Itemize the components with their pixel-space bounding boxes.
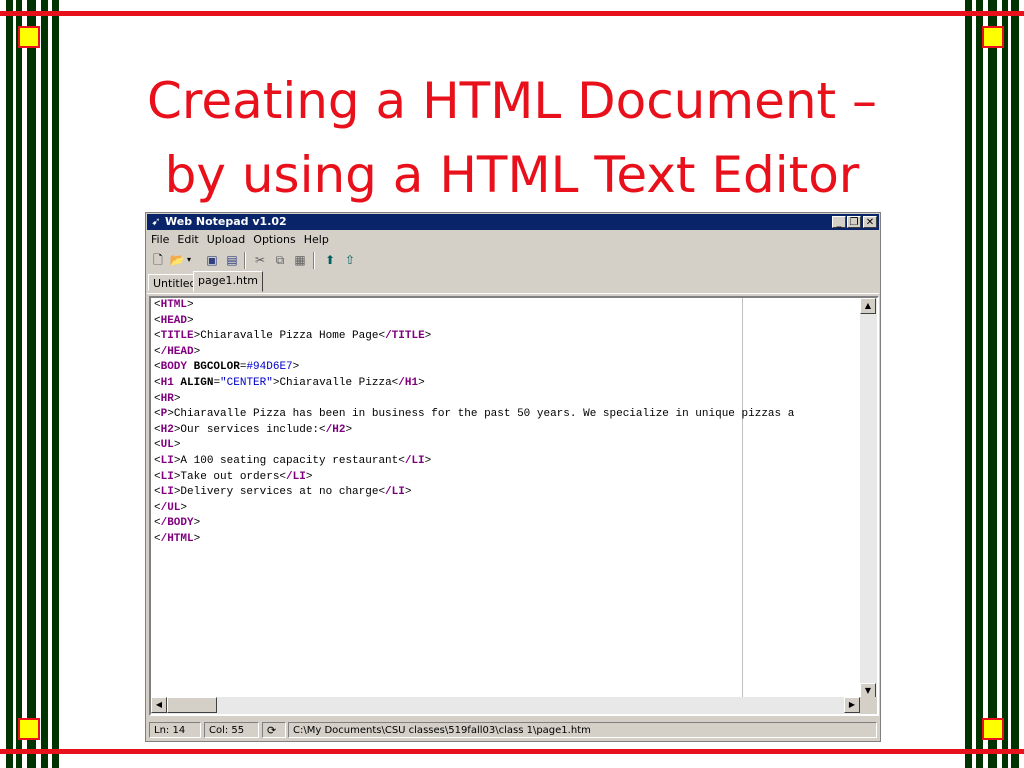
code-line[interactable]: </HTML> xyxy=(154,532,851,548)
cut-icon[interactable]: ✂ xyxy=(252,252,268,268)
code-line[interactable]: <HEAD> xyxy=(154,314,851,330)
notepad-icon: ➹ xyxy=(151,215,161,228)
menu-file[interactable]: File xyxy=(147,231,173,248)
window-titlebar[interactable]: ➹ Web Notepad v1.02 _ ❐ ✕ xyxy=(147,214,879,230)
code-editor[interactable]: <HTML> <HEAD> <TITLE>Chiaravalle Pizza Hom… xyxy=(149,296,879,716)
corner-square-bottom-left xyxy=(18,718,40,740)
toolbar-separator xyxy=(313,252,315,269)
restore-button[interactable]: ❐ xyxy=(847,216,861,228)
scroll-up-icon[interactable]: ▲ xyxy=(860,298,876,314)
web-notepad-window: ➹ Web Notepad v1.02 _ ❐ ✕ File Edit Upload Opt… xyxy=(145,212,881,742)
slide-title-line-1: Creating a HTML Document – xyxy=(146,72,878,130)
code-line[interactable]: <H2>Our services include:</H2> xyxy=(154,423,851,439)
code-line[interactable]: <HR> xyxy=(154,392,851,408)
new-file-icon[interactable]: 🗋 xyxy=(150,252,166,268)
window-controls: _ ❐ ✕ xyxy=(831,216,877,228)
horizontal-scroll-thumb[interactable] xyxy=(167,697,217,713)
close-button[interactable]: ✕ xyxy=(863,216,877,228)
scroll-left-icon[interactable]: ◀ xyxy=(151,697,167,713)
bottom-red-line xyxy=(0,749,1024,754)
corner-square-bottom-right xyxy=(982,718,1004,740)
code-line[interactable]: <LI>A 100 seating capacity restaurant</L… xyxy=(154,454,851,470)
save-all-icon[interactable]: ▤ xyxy=(224,252,240,268)
menu-bar: File Edit Upload Options Help xyxy=(147,231,879,248)
code-line[interactable]: <BODY BGCOLOR=#94D6E7> xyxy=(154,360,851,376)
code-line[interactable]: <H1 ALIGN="CENTER">Chiaravalle Pizza</H1… xyxy=(154,376,851,392)
code-line[interactable]: </UL> xyxy=(154,501,851,517)
code-line[interactable]: <LI>Take out orders</LI> xyxy=(154,470,851,486)
status-line: Ln: 14 xyxy=(149,722,201,738)
code-line[interactable]: <TITLE>Chiaravalle Pizza Home Page</TITL… xyxy=(154,329,851,345)
top-red-line xyxy=(0,11,1024,16)
menu-help[interactable]: Help xyxy=(300,231,333,248)
status-column: Col: 55 xyxy=(204,722,259,738)
minimize-button[interactable]: _ xyxy=(832,216,846,228)
code-line[interactable]: <HTML> xyxy=(154,298,851,314)
upload-icon[interactable]: ⬆ xyxy=(322,252,338,268)
menu-upload[interactable]: Upload xyxy=(203,231,250,248)
dropdown-arrow-icon[interactable]: ▾ xyxy=(184,252,194,268)
code-line[interactable]: <LI>Delivery services at no charge</LI> xyxy=(154,485,851,501)
scrollbar-corner xyxy=(860,697,877,714)
wrap-icon[interactable]: ⟳ xyxy=(262,722,286,738)
save-icon[interactable]: ▣ xyxy=(204,252,220,268)
toolbar-separator xyxy=(244,252,246,269)
code-text[interactable]: <HTML> <HEAD> <TITLE>Chiaravalle Pizza Hom… xyxy=(154,298,851,548)
window-title: Web Notepad v1.02 xyxy=(165,215,287,228)
slide-title: Creating a HTML Document – by using a HT… xyxy=(60,64,964,212)
open-folder-icon[interactable]: 📂 xyxy=(169,252,185,268)
corner-square-top-right xyxy=(982,26,1004,48)
slide-title-line-2: by using a HTML Text Editor xyxy=(164,146,860,204)
upload-all-icon[interactable]: ⇧ xyxy=(342,252,358,268)
status-file-path: C:\My Documents\CSU classes\519fall03\cl… xyxy=(288,722,877,738)
code-line[interactable]: <P>Chiaravalle Pizza has been in busines… xyxy=(154,407,851,423)
document-tabs: Untitled page1.htm xyxy=(147,271,879,294)
tab-page1[interactable]: page1.htm xyxy=(193,271,263,292)
menu-edit[interactable]: Edit xyxy=(173,231,202,248)
copy-icon[interactable]: ⧉ xyxy=(272,252,288,268)
horizontal-scrollbar[interactable]: ◀ ▶ xyxy=(151,697,860,714)
status-bar: Ln: 14 Col: 55 ⟳ C:\My Documents\CSU cla… xyxy=(147,719,879,741)
vertical-scrollbar[interactable]: ▲ ▼ xyxy=(860,298,877,699)
corner-square-top-left xyxy=(18,26,40,48)
scroll-right-icon[interactable]: ▶ xyxy=(844,697,860,713)
paste-icon[interactable]: ▦ xyxy=(292,252,308,268)
menu-options[interactable]: Options xyxy=(249,231,299,248)
code-line[interactable]: <UL> xyxy=(154,438,851,454)
toolbar: 🗋 📂 ▾ ▣ ▤ ✂ ⧉ ▦ ⬆ ⇧ xyxy=(147,249,879,271)
code-line[interactable]: </HEAD> xyxy=(154,345,851,361)
code-line[interactable]: </BODY> xyxy=(154,516,851,532)
